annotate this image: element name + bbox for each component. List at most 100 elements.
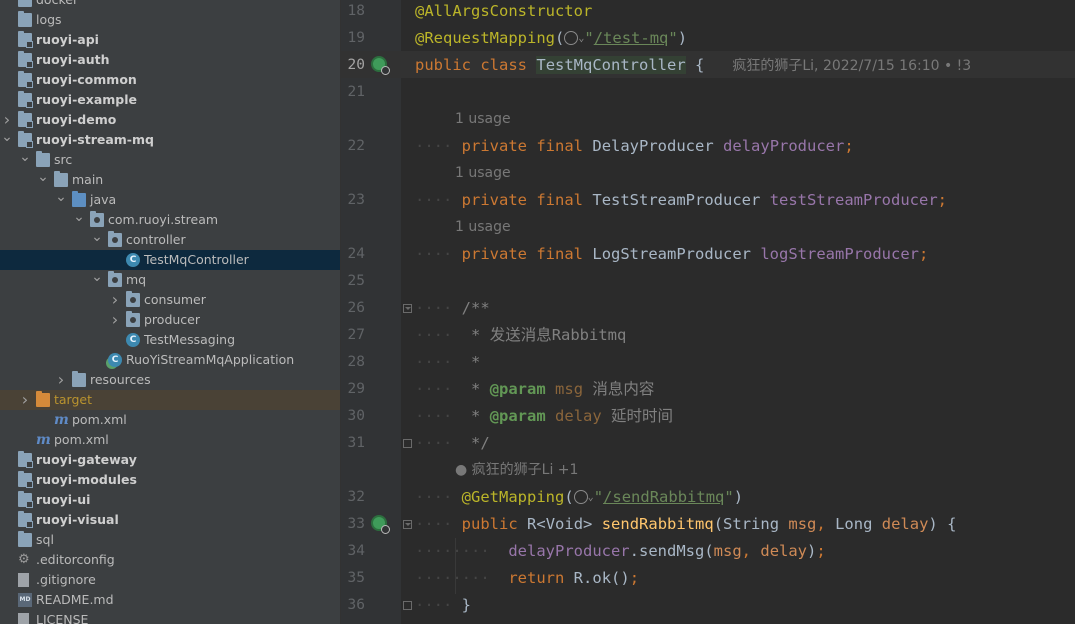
code-line-22: ···· private final DelayProducer delayPr… — [415, 137, 854, 155]
chevron-right-icon[interactable]: › — [55, 370, 67, 390]
chevron-down-icon[interactable]: ⌄ — [1, 130, 13, 150]
tree-item-label: main — [72, 172, 104, 187]
tree-item[interactable]: ruoyi-gateway — [0, 450, 340, 470]
tree-item[interactable]: ruoyi-api — [0, 30, 340, 50]
usage-hint[interactable]: 1 usage — [455, 214, 511, 241]
tree-item[interactable]: ruoyi-modules — [0, 470, 340, 490]
tree-item[interactable]: ruoyi-example — [0, 90, 340, 110]
fold-toggle-icon[interactable] — [403, 304, 412, 313]
tree-item[interactable]: ⌄ mq — [0, 270, 340, 290]
tree-item[interactable]: logs — [0, 10, 340, 30]
tree-item-label: RuoYiStreamMqApplication — [126, 352, 295, 367]
code-line-27: ···· * 发送消息Rabbitmq — [415, 326, 627, 344]
tree-item[interactable]: docker — [0, 0, 340, 10]
tree-item-label: ruoyi-modules — [36, 472, 137, 487]
git-blame-annotation[interactable]: 疯狂的狮子Li, 2022/7/15 16:10 • !3 — [732, 58, 971, 74]
chevron-down-icon[interactable]: ⌄ — [91, 230, 103, 250]
fold-toggle-icon[interactable] — [403, 520, 412, 529]
tree-item-label: pom.xml — [54, 432, 109, 447]
tree-item[interactable]: ⌄ java — [0, 190, 340, 210]
file-icon — [18, 613, 29, 624]
usage-hint[interactable]: 1 usage — [455, 160, 511, 187]
class-icon: C — [126, 333, 140, 347]
tree-item[interactable]: ⌄ main — [0, 170, 340, 190]
tree-item-label: resources — [90, 372, 151, 387]
spring-endpoint-icon[interactable] — [371, 515, 390, 534]
maven-icon: m — [36, 432, 51, 448]
module-folder-icon — [18, 71, 33, 88]
tree-item[interactable]: LICENSE — [0, 610, 340, 624]
code-line-36: ···· } — [415, 596, 472, 614]
tree-item[interactable]: m pom.xml — [0, 430, 340, 450]
url-link[interactable]: /sendRabbitmq — [603, 488, 724, 506]
tree-item[interactable]: › target — [0, 390, 340, 410]
tree-item[interactable]: › consumer — [0, 290, 340, 310]
tree-item[interactable]: ⌄ ruoyi-stream-mq — [0, 130, 340, 150]
chevron-right-icon[interactable]: › — [109, 290, 121, 310]
chevron-right-icon[interactable]: › — [109, 310, 121, 330]
line-number: 24 — [347, 246, 365, 262]
tree-item-label: ruoyi-gateway — [36, 452, 137, 467]
code-line-20: public class TestMqController { 疯狂的狮子Li,… — [415, 56, 972, 74]
chevron-right-icon[interactable]: › — [1, 110, 13, 130]
tree-item[interactable]: ruoyi-visual — [0, 510, 340, 530]
folder-icon — [18, 531, 32, 547]
tree-item[interactable]: MD README.md — [0, 590, 340, 610]
package-icon — [108, 271, 122, 287]
usage-hint[interactable]: 1 usage — [455, 106, 511, 133]
line-number: 21 — [347, 84, 365, 100]
tree-item[interactable]: ⚙ .editorconfig — [0, 550, 340, 570]
tree-item[interactable]: sql — [0, 530, 340, 550]
source-folder-icon — [72, 191, 86, 207]
tree-item[interactable]: ruoyi-common — [0, 70, 340, 90]
code-line-23: ···· private final TestStreamProducer te… — [415, 191, 948, 209]
fold-toggle-icon[interactable] — [403, 601, 412, 610]
url-link[interactable]: /test-mq — [594, 29, 669, 47]
folder-icon — [18, 11, 32, 27]
tree-item-label: ruoyi-auth — [36, 52, 110, 67]
package-icon — [126, 311, 140, 327]
chevron-down-icon[interactable]: ⌄ — [91, 270, 103, 290]
author-hint[interactable]: ● 疯狂的狮子Li +1 — [455, 457, 578, 484]
line-number: 25 — [347, 273, 365, 289]
tree-item-label: consumer — [144, 292, 206, 307]
module-folder-icon — [18, 91, 33, 108]
tree-item[interactable]: m pom.xml — [0, 410, 340, 430]
web-url-icon[interactable] — [564, 30, 579, 45]
tree-item-label: .editorconfig — [36, 552, 115, 567]
tree-item[interactable]: C RuoYiStreamMqApplication — [0, 350, 340, 370]
code-line-19: @RequestMapping(⌄"/test-mq") — [415, 29, 688, 47]
code-line-32: ···· @GetMapping(⌄"/sendRabbitmq") — [415, 488, 744, 506]
web-url-icon[interactable] — [573, 489, 588, 504]
module-folder-icon — [18, 51, 33, 68]
tree-item[interactable]: › producer — [0, 310, 340, 330]
tree-item[interactable]: ruoyi-ui — [0, 490, 340, 510]
tree-item-label: com.ruoyi.stream — [108, 212, 219, 227]
chevron-down-icon[interactable]: ⌄ — [19, 150, 31, 170]
tree-item[interactable]: ruoyi-auth — [0, 50, 340, 70]
module-folder-icon — [18, 131, 33, 148]
tree-item-label: ruoyi-api — [36, 32, 99, 47]
chevron-down-icon[interactable]: ⌄ — [37, 170, 49, 190]
tree-item[interactable]: C TestMessaging — [0, 330, 340, 350]
maven-icon: m — [54, 412, 69, 428]
tree-item[interactable]: ⌄ com.ruoyi.stream — [0, 210, 340, 230]
spring-bean-icon[interactable] — [371, 56, 390, 75]
line-number: 35 — [347, 570, 365, 586]
fold-toggle-icon[interactable] — [403, 439, 412, 448]
tree-item[interactable]: .gitignore — [0, 570, 340, 590]
code-line-35: ········ return R.ok(); — [415, 569, 640, 587]
tree-item[interactable]: C TestMqController — [0, 250, 340, 270]
tree-item[interactable]: › resources — [0, 370, 340, 390]
chevron-down-icon[interactable]: ⌄ — [55, 190, 67, 210]
chevron-down-icon[interactable]: ⌄ — [73, 210, 85, 230]
markdown-icon: MD — [18, 593, 32, 607]
tree-item-label: java — [90, 192, 117, 207]
code-line-31: ···· */ — [415, 434, 490, 452]
tree-item-label: README.md — [36, 592, 114, 607]
tree-item[interactable]: ⌄ controller — [0, 230, 340, 250]
tree-item[interactable]: ⌄ src — [0, 150, 340, 170]
line-number: 20 — [347, 57, 365, 73]
tree-item[interactable]: › ruoyi-demo — [0, 110, 340, 130]
chevron-right-icon[interactable]: › — [19, 390, 31, 410]
